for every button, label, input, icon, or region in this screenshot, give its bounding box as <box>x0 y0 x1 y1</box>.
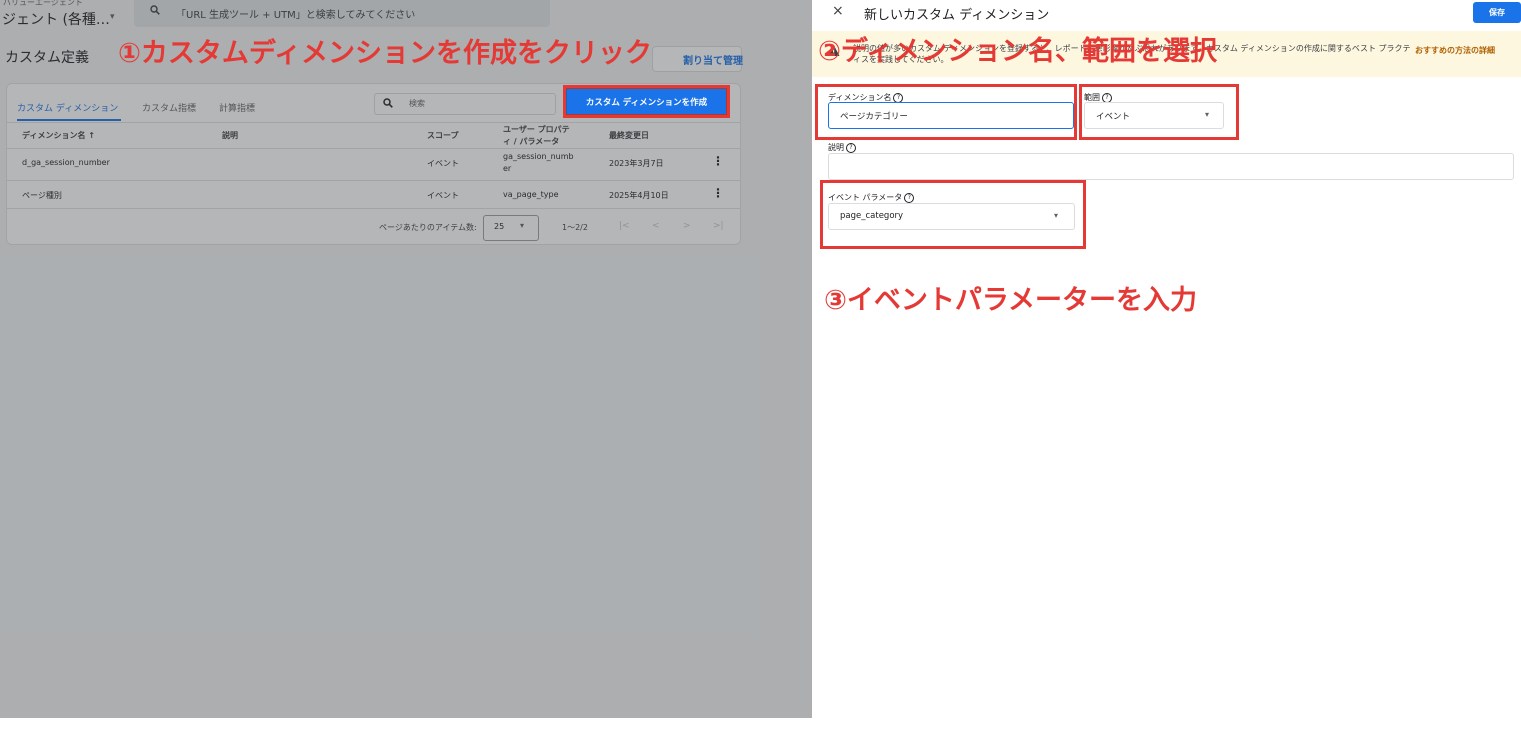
help-icon[interactable]: ? <box>846 142 856 153</box>
bottom-strip <box>0 718 812 735</box>
description-input[interactable] <box>828 153 1514 180</box>
save-button-label: 保存 <box>1489 8 1505 17</box>
highlight-create-button <box>563 85 730 118</box>
annotation-step1: ①カスタムディメンションを作成をクリック <box>118 38 652 69</box>
description-label: 説明? <box>828 142 856 153</box>
new-custom-dimension-panel: × 新しいカスタム ディメンション 保存 説明の値が多いカスタム ディメンション… <box>812 0 1521 735</box>
panel-title: 新しいカスタム ディメンション <box>864 8 1050 23</box>
highlight-scope <box>1079 84 1239 140</box>
description-label-text: 説明 <box>828 143 844 152</box>
annotation-step3: ③イベントパラメーターを入力 <box>824 285 1198 316</box>
highlight-event-parameter <box>820 180 1086 249</box>
save-button[interactable]: 保存 <box>1473 2 1521 23</box>
best-practices-link[interactable]: おすすめの方法の詳細 <box>1415 45 1495 56</box>
close-icon[interactable]: × <box>832 3 844 19</box>
highlight-dimension-name <box>815 84 1077 140</box>
left-page: バリューエージェント ジェント (各種… ▾ 「URL 生成ツール + UTM」… <box>0 0 812 718</box>
annotation-step2: ②ディメンション名、範囲を選択 <box>818 36 1217 67</box>
